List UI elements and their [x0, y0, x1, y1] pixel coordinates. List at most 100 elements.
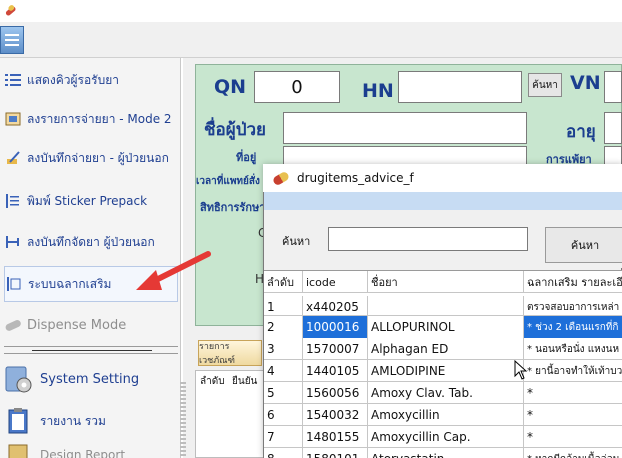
table-row[interactable]: 4 1440105 AMLODIPINE * ยานี้อาจทำให้เท้า…	[264, 360, 622, 382]
sidebar-item-dispense-mode2[interactable]: ลงรายการจ่ายยา - Mode 2	[4, 101, 178, 137]
cell-no: 3	[264, 338, 303, 360]
cell-name: ALLOPURINOL	[368, 316, 524, 338]
table-header-row: ลำดับ icode ชื่อยา ฉลากเสริม รายละเอีย	[264, 271, 622, 293]
qn-label: QN	[214, 76, 247, 98]
sidebar-item-label: รายงาน รวม	[40, 413, 106, 428]
dialog-header-band	[264, 192, 622, 210]
cell-name: Amoxycillin Cap.	[368, 426, 524, 448]
patient-name-field[interactable]	[283, 112, 527, 144]
design-report-icon	[4, 442, 32, 458]
sidebar-item-queue[interactable]: แสดงคิวผู้รอรับยา	[4, 62, 178, 98]
table-row[interactable]: 5 1560056 Amoxy Clav. Tab. *	[264, 382, 622, 404]
cell-name: Amoxycillin	[368, 404, 524, 426]
cell-icode: 1560056	[303, 382, 368, 404]
cell-advice: * หากมีกล้ามเนื้ออ่อน	[524, 448, 622, 458]
cell-advice: ตรวจสอบอาการเหล่า	[527, 301, 620, 313]
cell-no: 1	[264, 296, 303, 318]
lower-col-confirm: ยืนยัน	[232, 376, 258, 387]
sidebar-item-label: ลงรายการจ่ายยา - Mode 2	[27, 111, 172, 126]
col-header-no[interactable]: ลำดับ	[264, 271, 303, 293]
cell-no: 6	[264, 404, 303, 426]
table-row[interactable]: 6 1540032 Amoxycillin *	[264, 404, 622, 426]
sidebar-item-label: แสดงคิวผู้รอรับยา	[27, 72, 119, 87]
sidebar-item-opd-dispense[interactable]: ลงบันทึกจ่ายยา - ผู้ป่วยนอก	[4, 140, 178, 176]
doctor-time-label: เวลาที่แพทย์สั่ง	[196, 176, 260, 187]
cell-advice: * ช่วง 2 เดือนแรกที่กิ	[524, 316, 622, 338]
pen-icon	[4, 149, 22, 167]
hn-field[interactable]	[398, 71, 522, 103]
address-label: ที่อยู่	[236, 151, 257, 164]
app-pill-icon	[5, 5, 16, 16]
cell-name: Alphagan ED	[368, 338, 524, 360]
sidebar-item-label: System Setting	[40, 371, 140, 387]
dialog-search-label: ค้นหา	[282, 235, 311, 248]
table-row[interactable]: 7 1480155 Amoxycillin Cap. *	[264, 426, 622, 448]
tab-drug-items[interactable]: รายการเวชภัณฑ์	[198, 340, 262, 366]
sidebar-item-sticker-prepack[interactable]: พิมพ์ Sticker Prepack	[4, 183, 178, 219]
col-header-icode[interactable]: icode	[303, 271, 368, 293]
vn-field[interactable]	[604, 71, 622, 103]
sidebar-item-label: พิมพ์ Sticker Prepack	[27, 193, 148, 208]
cell-no: 8	[264, 448, 303, 458]
cell-advice: *	[527, 386, 533, 400]
cell-name	[368, 296, 524, 318]
right-label: สิทธิการรักษา	[200, 201, 266, 214]
dialog-search-button[interactable]: ค้นหา	[545, 227, 622, 263]
cell-icode: 1000016	[303, 316, 368, 338]
splitter-handle[interactable]	[180, 382, 186, 458]
dialog-titlebar[interactable]: drugitems_advice_f	[263, 164, 622, 192]
label-icon	[5, 275, 23, 293]
sidebar-item-label: Design Report	[40, 448, 126, 458]
col-header-advice[interactable]: ฉลากเสริม รายละเอีย	[524, 271, 622, 293]
cell-name: Amoxy Clav. Tab.	[368, 382, 524, 404]
sidebar-item-design-report[interactable]: Design Report	[4, 442, 178, 458]
cell-no: 4	[264, 360, 303, 382]
sidebar-item-label: ลงบันทึกจ่ายยา - ผู้ป่วยนอก	[27, 150, 169, 165]
lower-grid: ลำดับ ยืนยัน	[195, 370, 265, 458]
dialog-search-input[interactable]	[328, 227, 528, 251]
lower-col-no: ลำดับ	[200, 376, 225, 387]
cell-advice: *	[527, 430, 533, 444]
cell-advice: * นอนหรือนั่ง แหงนห	[527, 343, 620, 355]
queue-list-icon	[4, 71, 22, 89]
mouse-cursor-icon	[514, 360, 528, 380]
annotation-arrow-icon	[136, 251, 211, 290]
main-toolbar	[0, 22, 622, 58]
cell-no: 5	[264, 382, 303, 404]
sidebar-item-label: Dispense Mode	[27, 317, 127, 333]
cell-icode: 1480155	[303, 426, 368, 448]
col-header-name[interactable]: ชื่อยา	[368, 271, 524, 293]
clipboard-icon	[4, 407, 32, 435]
sidebar-item-dispense-mode[interactable]: Dispense Mode	[4, 307, 178, 343]
cell-icode: 1570007	[303, 338, 368, 360]
allergy-field[interactable]	[604, 146, 622, 166]
dispense-icon	[4, 233, 22, 251]
drug-form-icon	[4, 110, 22, 128]
app-titlebar	[0, 0, 622, 22]
table-row-selected[interactable]: 2 1000016 ALLOPURINOL * ช่วง 2 เดือนแรกท…	[264, 316, 622, 338]
cell-name: Atorvastatin	[368, 448, 524, 458]
list-icon	[4, 192, 22, 210]
sidebar-item-report[interactable]: รายงาน รวม	[4, 403, 178, 439]
dialog-title: drugitems_advice_f	[297, 171, 414, 185]
age-field[interactable]	[604, 112, 622, 144]
address-field[interactable]	[283, 146, 527, 166]
menu-lines-icon[interactable]	[0, 26, 24, 54]
table-row[interactable]: 3 1570007 Alphagan ED * นอนหรือนั่ง แหงน…	[264, 338, 622, 360]
settings-gear-icon	[4, 365, 32, 393]
hn-search-button[interactable]: ค้นหา	[528, 73, 562, 97]
table-row[interactable]: 1 x440205 ตรวจสอบอาการเหล่า	[264, 296, 622, 318]
patient-name-label: ชื่อผู้ป่วย	[204, 120, 267, 140]
pill-grey-icon	[4, 316, 22, 334]
sidebar-item-label: ระบบฉลากเสริม	[28, 276, 112, 291]
vn-label: VN	[570, 72, 601, 94]
table-row[interactable]: 8 1580101 Atorvastatin * หากมีกล้ามเนื้อ…	[264, 448, 622, 458]
cell-icode: 1440105	[303, 360, 368, 382]
cell-no: 7	[264, 426, 303, 448]
sidebar-item-system-setting[interactable]: System Setting	[4, 361, 178, 397]
dialog-pill-icon	[271, 170, 291, 186]
cell-advice: * ยานี้อาจทำให้เท้าบว	[527, 365, 622, 377]
cell-name: AMLODIPINE	[368, 360, 524, 382]
hn-label: HN	[362, 80, 394, 102]
qn-field[interactable]: 0	[254, 71, 340, 103]
